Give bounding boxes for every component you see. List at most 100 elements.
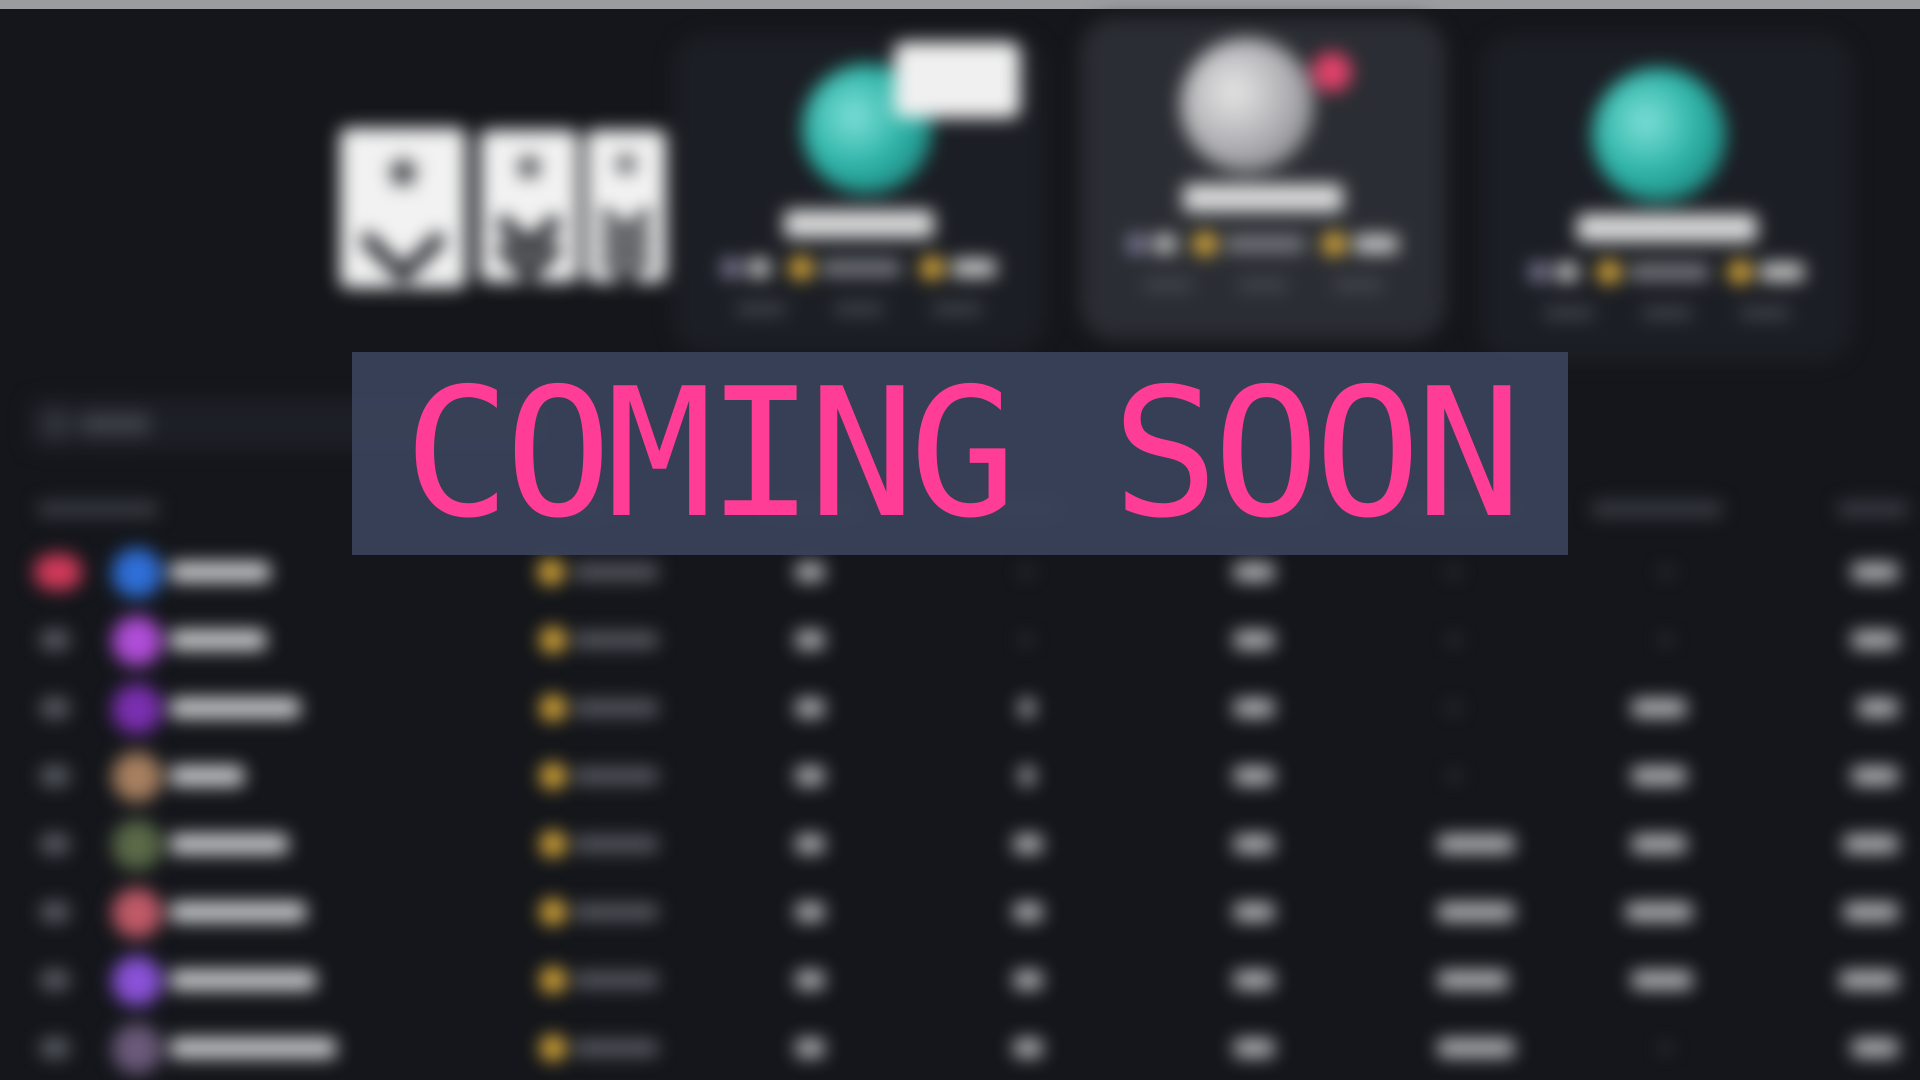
rank-badge [40, 698, 70, 718]
podium-card-second[interactable] [672, 34, 1046, 354]
avatar [112, 820, 162, 870]
table-cell [1234, 971, 1274, 989]
coming-soon-text: COMING SOON [403, 349, 1523, 557]
table-cell [1626, 903, 1692, 921]
star-icon: ★ [511, 144, 547, 190]
podium-card-first[interactable] [1080, 18, 1446, 340]
coin-icon [540, 967, 566, 993]
table-row[interactable] [28, 1018, 1908, 1078]
rank-badge [40, 970, 70, 990]
level-icon [1128, 235, 1147, 253]
table-cell [1852, 631, 1898, 649]
coming-soon-banner: COMING SOON [352, 352, 1568, 555]
tier-label [574, 564, 658, 580]
table-row[interactable] [28, 610, 1908, 670]
table-cell [1438, 835, 1514, 853]
avatar [112, 1024, 162, 1074]
table-cell [1234, 1039, 1274, 1057]
table-cell [1632, 699, 1686, 717]
table-cell [1660, 569, 1672, 575]
table-cell [1020, 569, 1032, 575]
search-icon [44, 412, 68, 436]
tier-label [574, 632, 658, 648]
level-icon [1529, 263, 1548, 281]
coin-icon [540, 763, 566, 789]
table-cell [796, 1039, 824, 1057]
podium-stat-captions [672, 304, 1046, 314]
podium-name [672, 210, 1046, 246]
tier-label [574, 700, 658, 716]
player-name [170, 902, 306, 922]
tier-label [574, 836, 658, 852]
table-cell [1020, 767, 1034, 785]
table-cell [1014, 835, 1042, 853]
table-row[interactable] [28, 814, 1908, 874]
table-cell [1020, 637, 1032, 643]
table-row[interactable] [28, 678, 1908, 738]
table-cell [1014, 1039, 1042, 1057]
table-cell [1448, 773, 1460, 779]
coin-icon [540, 627, 566, 653]
coin-icon [538, 559, 564, 585]
player-name [170, 970, 316, 990]
table-cell [1844, 835, 1898, 853]
rank-badge [40, 630, 70, 650]
coin-icon [1728, 260, 1753, 284]
table-row[interactable] [28, 746, 1908, 806]
coin-icon [788, 256, 813, 280]
tier-label [574, 768, 658, 784]
silver-globe-avatar-icon [1180, 38, 1314, 172]
coin-icon [1596, 260, 1621, 284]
column-header-player[interactable] [38, 502, 158, 516]
notification-badge [1312, 52, 1352, 92]
table-row[interactable] [28, 950, 1908, 1010]
table-row[interactable] [28, 882, 1908, 942]
podium-name [1480, 214, 1854, 250]
table-cell [796, 835, 824, 853]
table-cell [796, 767, 824, 785]
podium-stats [672, 256, 1046, 280]
avatar [112, 684, 162, 734]
rank-insignia-small: ★ [586, 130, 666, 286]
table-cell [1234, 903, 1274, 921]
coin-icon [540, 831, 566, 857]
table-cell [1852, 563, 1898, 581]
podium-stats [1480, 260, 1854, 284]
podium-name [1080, 184, 1446, 220]
avatar [112, 548, 162, 598]
tier-label [574, 904, 658, 920]
table-cell [1448, 569, 1460, 575]
player-name [170, 562, 270, 582]
globe-avatar-icon [1592, 68, 1726, 202]
column-header-change[interactable] [1592, 502, 1722, 516]
table-cell [796, 563, 824, 581]
table-cell [1234, 699, 1274, 717]
table-cell [1234, 563, 1274, 581]
table-cell [1660, 1045, 1672, 1051]
level-icon [721, 259, 740, 277]
chevron-icon [359, 197, 447, 285]
coin-icon [540, 899, 566, 925]
avatar [112, 752, 162, 802]
podium-stat-captions [1080, 280, 1446, 290]
table-cell [1014, 903, 1042, 921]
leaderboard-screen: ★ ★ ★ COMING SOON [0, 0, 1920, 1080]
podium-stat-captions [1480, 308, 1854, 318]
rank-badge [34, 554, 82, 590]
podium-card-third[interactable] [1480, 34, 1854, 362]
table-cell [1234, 631, 1274, 649]
player-name [170, 1038, 336, 1058]
rank-insignia-medium: ★ [480, 130, 578, 284]
table-cell [1234, 767, 1274, 785]
table-cell [796, 631, 824, 649]
search-placeholder [80, 413, 150, 435]
column-header-points[interactable] [1838, 502, 1908, 516]
table-cell [1858, 699, 1898, 717]
table-cell [1448, 705, 1460, 711]
table-cell [1234, 835, 1274, 853]
rank-badge [40, 834, 70, 854]
table-cell [796, 903, 824, 921]
coin-icon [920, 256, 945, 280]
table-cell [1020, 699, 1034, 717]
table-cell [1660, 637, 1672, 643]
